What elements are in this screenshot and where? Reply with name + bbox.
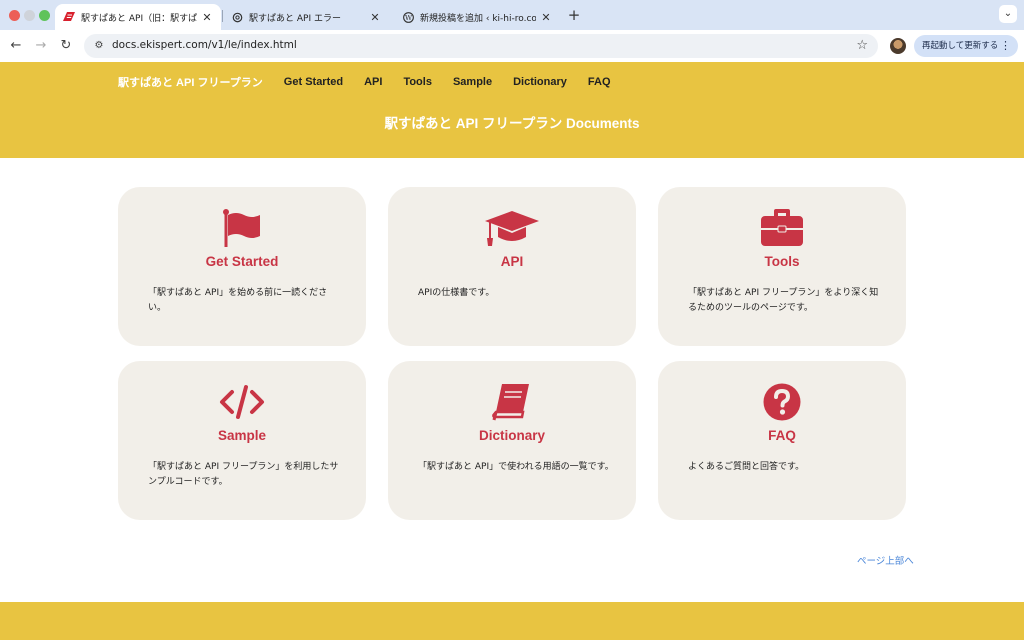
browser-toolbar: ← → ↻ ⚙ docs.ekispert.com/v1/le/index.ht… — [0, 30, 1024, 62]
window-close-button[interactable] — [9, 10, 20, 21]
tab-search-button[interactable]: ⌄ — [999, 5, 1017, 23]
nav-link-tools[interactable]: Tools — [403, 76, 432, 88]
url-text[interactable]: docs.ekispert.com/v1/le/index.html — [112, 39, 297, 51]
card-dictionary[interactable]: Dictionary 「駅すぱあと API」で使われる用語の一覧です。 — [388, 361, 636, 520]
profile-avatar[interactable] — [890, 38, 906, 54]
graduation-cap-icon — [388, 208, 636, 248]
nav-link-sample[interactable]: Sample — [453, 76, 492, 88]
card-description: よくあるご質問と回答です。 — [688, 462, 805, 472]
back-arrow-icon[interactable]: ← — [6, 36, 26, 56]
card-title: Sample — [217, 428, 267, 443]
tab-title: 駅すぱあと API（旧：駅すぱあと — [81, 13, 197, 24]
relaunch-label: 再起動して更新する — [922, 41, 999, 51]
card-description: 「駅すぱあと API」で使われる用語の一覧です。 — [418, 462, 614, 472]
site-footer — [0, 602, 1024, 640]
window-minimize-button[interactable] — [24, 10, 35, 21]
browser-tab-api-error[interactable]: 駅すぱあと API エラー ✕ — [223, 4, 389, 30]
browser-tab-wordpress[interactable]: W 新規投稿を追加 ‹ ki-hi-ro.com ✕ — [394, 4, 560, 30]
browser-tab-bar: 駅すぱあと API（旧：駅すぱあと ✕ 駅すぱあと API エラー ✕ W 新規… — [0, 0, 1024, 30]
card-title: Tools — [764, 254, 800, 269]
nav-link-api[interactable]: API — [364, 76, 382, 88]
page-title: 駅すぱあと API フリープラン Documents — [384, 116, 640, 131]
book-icon — [388, 382, 636, 422]
back-to-top-link[interactable]: ページ上部へ — [857, 553, 914, 567]
openai-icon — [231, 11, 243, 23]
window-zoom-button[interactable] — [39, 10, 50, 21]
card-api[interactable]: API APIの仕様書です。 — [388, 187, 636, 346]
card-tools[interactable]: Tools 「駅すぱあと API フリープラン」をより深く知るためのツールのペー… — [658, 187, 906, 346]
card-description: 「駅すぱあと API フリープラン」を利用したサンプルコードです。 — [148, 462, 339, 487]
card-get-started[interactable]: Get Started 「駅すぱあと API」を始める前に一読ください。 — [118, 187, 366, 346]
header-nav: 駅すぱあと API フリープラン Get Started API Tools S… — [118, 74, 611, 90]
card-sample[interactable]: Sample 「駅すぱあと API フリープラン」を利用したサンプルコードです。 — [118, 361, 366, 520]
card-title: FAQ — [768, 428, 796, 443]
forward-arrow-icon[interactable]: → — [31, 36, 51, 56]
wordpress-icon: W — [402, 11, 414, 23]
kebab-menu-icon[interactable]: ⋮ — [1000, 35, 1011, 57]
card-description: 「駅すぱあと API」を始める前に一読ください。 — [148, 288, 328, 313]
nav-link-faq[interactable]: FAQ — [588, 76, 611, 88]
relaunch-to-update-button[interactable]: 再起動して更新する ⋮ — [914, 35, 1018, 57]
address-bar[interactable]: ⚙ docs.ekispert.com/v1/le/index.html ☆ — [84, 34, 878, 58]
site-settings-icon[interactable]: ⚙ — [92, 39, 106, 53]
nav-link-get-started[interactable]: Get Started — [284, 76, 343, 88]
nav-link-brand[interactable]: 駅すぱあと API フリープラン — [118, 74, 263, 90]
card-description: 「駅すぱあと API フリープラン」をより深く知るためのツールのページです。 — [688, 288, 879, 313]
card-title: Get Started — [205, 254, 279, 269]
site-header: 駅すぱあと API フリープラン Get Started API Tools S… — [0, 62, 1024, 158]
card-title: Dictionary — [478, 428, 546, 443]
toolbox-icon — [658, 208, 906, 248]
svg-text:W: W — [404, 13, 412, 21]
reload-icon[interactable]: ↻ — [56, 36, 76, 56]
ekispert-logo-icon — [63, 11, 75, 23]
bookmark-star-icon[interactable]: ☆ — [856, 38, 868, 53]
new-tab-button[interactable]: + — [566, 6, 582, 24]
tab-close-icon[interactable]: ✕ — [369, 11, 381, 24]
browser-tab-ekispert-docs[interactable]: 駅すぱあと API（旧：駅すぱあと ✕ — [55, 4, 221, 30]
tab-title: 新規投稿を追加 ‹ ki-hi-ro.com — [420, 13, 536, 24]
card-description: APIの仕様書です。 — [418, 288, 495, 298]
card-faq[interactable]: FAQ よくあるご質問と回答です。 — [658, 361, 906, 520]
flag-icon — [118, 208, 366, 248]
tab-close-icon[interactable]: ✕ — [201, 11, 213, 24]
code-icon — [118, 382, 366, 422]
tab-close-icon[interactable]: ✕ — [540, 11, 552, 24]
tab-title: 駅すぱあと API エラー — [249, 13, 341, 24]
card-title: API — [500, 254, 524, 269]
nav-link-dictionary[interactable]: Dictionary — [513, 76, 567, 88]
question-circle-icon — [658, 382, 906, 422]
